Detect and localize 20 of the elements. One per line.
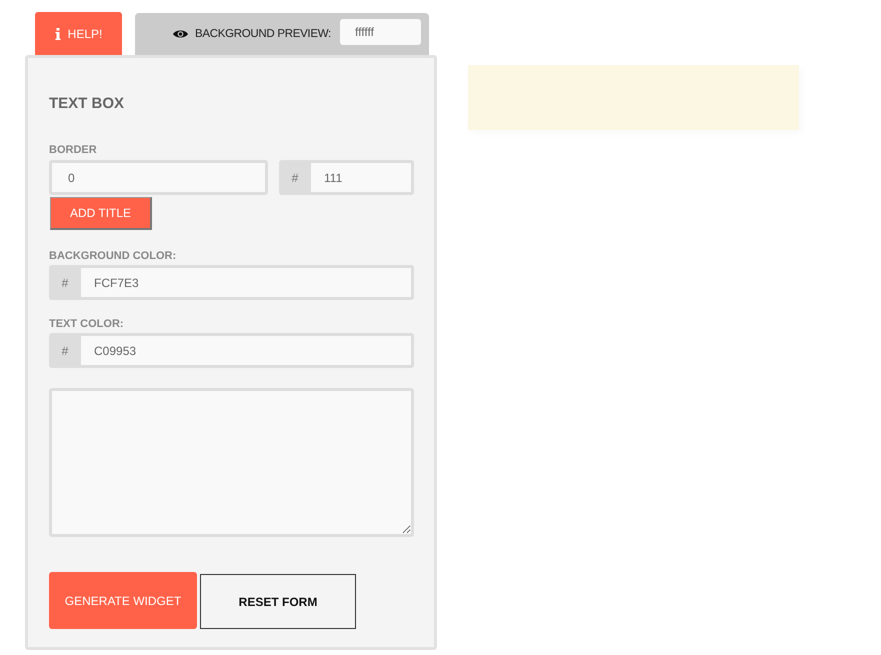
hash-prefix: # <box>279 160 311 195</box>
color-field[interactable]: C09953 <box>81 333 414 368</box>
preview-label: BACKGROUND PREVIEW: <box>195 28 331 40</box>
color-field[interactable]: FCF7E3 <box>81 265 414 300</box>
hash-prefix: # <box>49 333 81 368</box>
color-label: TEXT COLOR: <box>49 317 125 331</box>
border-width-field[interactable]: 0 <box>49 160 268 195</box>
eye-icon <box>173 29 188 39</box>
add-title-button[interactable]: ADD TITLE <box>50 197 152 230</box>
border-color-field[interactable]: 111 <box>311 160 414 195</box>
hash-prefix: # <box>49 265 81 300</box>
preview-color-field[interactable]: ffffff <box>340 19 421 45</box>
border-label: BORDER <box>49 143 98 157</box>
reset-button[interactable]: RESET FORM <box>200 574 356 629</box>
text-field[interactable] <box>49 388 414 537</box>
info-icon <box>54 28 61 40</box>
form-title: TEXT BOX <box>49 94 126 114</box>
generate-button[interactable]: GENERATE WIDGET <box>49 572 197 629</box>
help-button[interactable]: HELP! <box>35 12 122 55</box>
color-label: BACKGROUND COLOR: <box>49 249 178 263</box>
